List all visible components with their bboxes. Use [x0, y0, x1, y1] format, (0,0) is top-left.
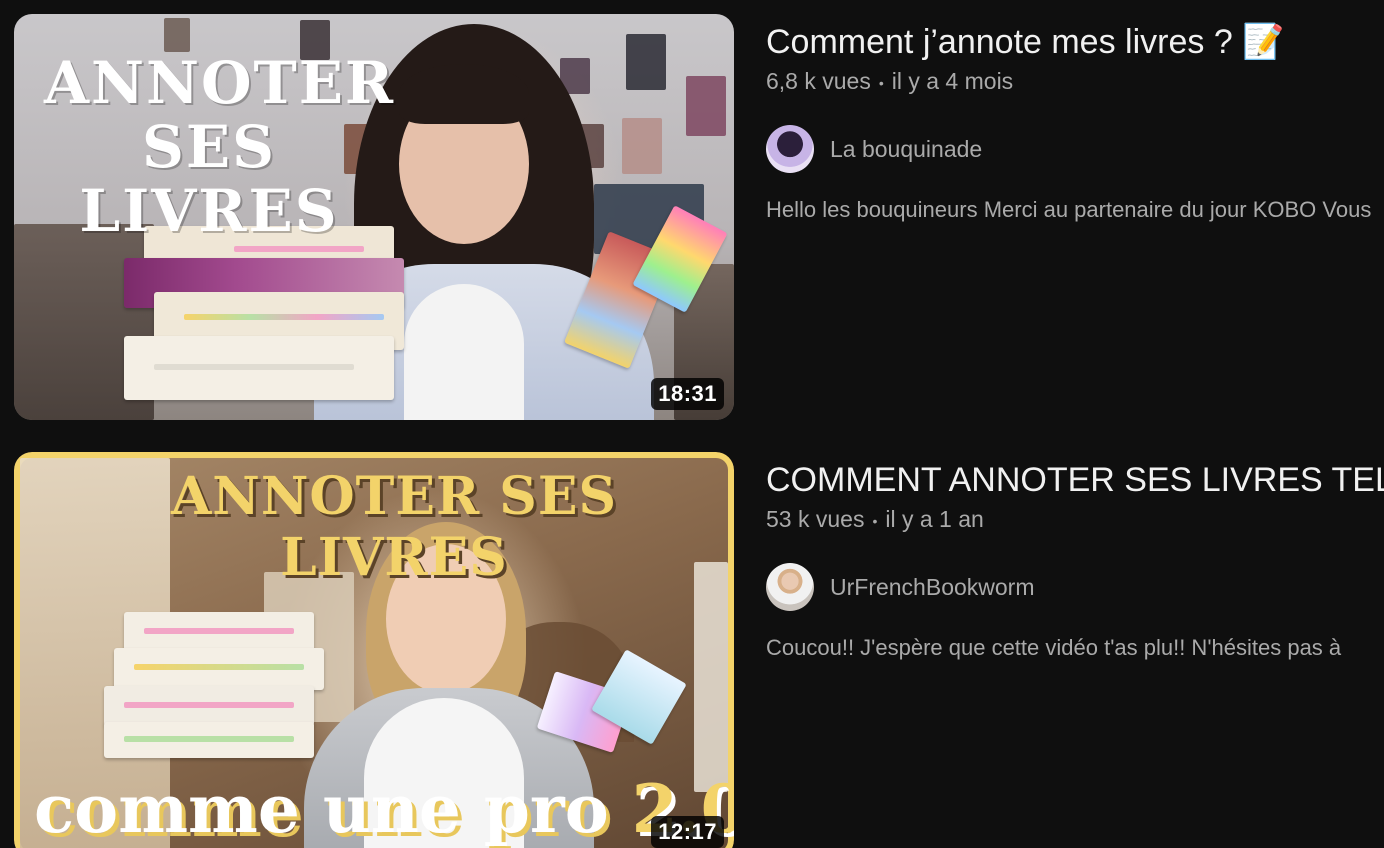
- thumbnail-overlay-subtitle: comme une pro 2.0: [34, 770, 734, 848]
- book-tabs: [184, 314, 384, 320]
- overlay-line: ANNOTER: [44, 49, 396, 117]
- book-tabs: [124, 736, 294, 742]
- wall-poster: [626, 34, 666, 90]
- wall-poster: [164, 18, 190, 52]
- person-bangs: [399, 64, 529, 124]
- overlay-subtitle-text: comme une pro: [34, 770, 632, 848]
- thumbnail-overlay-title: ANNOTER SES LIVRES: [44, 49, 396, 246]
- book-tabs: [134, 664, 304, 670]
- video-description: Coucou!! J'espère que cette vidéo t'as p…: [766, 635, 1342, 660]
- video-thumbnail[interactable]: ANNOTER SES LIVRES 18:31: [14, 14, 734, 420]
- video-meta: 53 k vues • il y a 1 an: [766, 506, 1384, 533]
- thumbnail-overlay-title: ANNOTER SES LIVRES: [170, 466, 618, 588]
- channel-link[interactable]: La bouquinade: [766, 125, 1384, 173]
- video-result[interactable]: ANNOTER SES LIVRES comme une pro 2.0 12:…: [0, 452, 1384, 848]
- book-tabs: [234, 246, 364, 252]
- video-thumbnail[interactable]: ANNOTER SES LIVRES comme une pro 2.0 12:…: [14, 452, 734, 848]
- video-meta: 6,8 k vues • il y a 4 mois: [766, 68, 1384, 95]
- view-count: 6,8 k vues: [766, 68, 871, 94]
- avatar[interactable]: [766, 125, 814, 173]
- channel-link[interactable]: UrFrenchBookworm: [766, 563, 1384, 611]
- wall-poster: [686, 76, 726, 136]
- person-tshirt: [404, 284, 524, 420]
- video-title[interactable]: COMMENT ANNOTER SES LIVRES TEL UN PRO: [766, 452, 1384, 508]
- meta-separator: •: [878, 74, 884, 91]
- video-description: Hello les bouquineurs Merci au partenair…: [766, 197, 1372, 222]
- door: [694, 562, 728, 792]
- upload-age: il y a 1 an: [885, 506, 984, 532]
- channel-name[interactable]: UrFrenchBookworm: [830, 574, 1035, 601]
- avatar[interactable]: [766, 563, 814, 611]
- overlay-line: LIVRES: [79, 177, 339, 245]
- video-result[interactable]: ANNOTER SES LIVRES 18:31 Comment j’annot…: [0, 14, 1384, 424]
- overlay-line: SES: [142, 113, 276, 181]
- duration-badge: 12:17: [651, 816, 724, 848]
- upload-age: il y a 4 mois: [891, 68, 1014, 94]
- search-results: ANNOTER SES LIVRES 18:31 Comment j’annot…: [0, 0, 1384, 848]
- wall-poster: [622, 118, 662, 174]
- duration-badge: 18:31: [651, 378, 724, 410]
- video-info: Comment j’annote mes livres ? 📝 6,8 k vu…: [766, 14, 1384, 223]
- video-info: COMMENT ANNOTER SES LIVRES TEL UN PRO 53…: [766, 452, 1384, 661]
- book-tabs: [144, 628, 294, 634]
- book-tabs: [154, 364, 354, 370]
- book-tabs: [124, 702, 294, 708]
- meta-separator: •: [872, 512, 878, 529]
- view-count: 53 k vues: [766, 506, 865, 532]
- channel-name[interactable]: La bouquinade: [830, 136, 982, 163]
- video-title[interactable]: Comment j’annote mes livres ? 📝: [766, 14, 1384, 70]
